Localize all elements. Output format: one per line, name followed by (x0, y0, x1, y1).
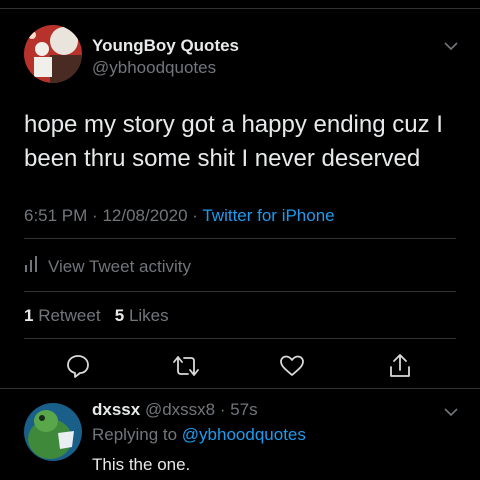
comment-icon[interactable] (60, 348, 96, 384)
reply-author-name[interactable]: dxssx (92, 400, 140, 419)
likes-stat[interactable]: 5 Likes (115, 306, 169, 325)
author-avatar[interactable] (24, 25, 82, 83)
reply-header: dxssx @dxssx8 · 57s (92, 400, 258, 420)
bar-chart-icon (24, 256, 38, 277)
reply-author-handle[interactable]: @dxssx8 (145, 400, 215, 419)
meta-dot: · (92, 206, 103, 225)
replying-prefix: Replying to (92, 425, 178, 444)
action-bar (0, 348, 480, 384)
divider (24, 238, 456, 239)
share-icon[interactable] (382, 348, 418, 384)
retweets-stat[interactable]: 1 Retweet (24, 306, 101, 325)
like-count: 5 (114, 306, 125, 325)
tweet-source-link[interactable]: Twitter for iPhone (202, 206, 334, 225)
tweet-date: 12/08/2020 (102, 206, 188, 225)
tweet-stats: 1 Retweet 5 Likes (24, 306, 169, 326)
reply-author-avatar[interactable] (24, 403, 82, 461)
tweet-text: hope my story got a happy ending cuz I b… (24, 111, 443, 172)
chevron-down-icon[interactable] (444, 404, 458, 422)
like-label: Likes (128, 306, 169, 325)
meta-dot: · (215, 400, 231, 419)
divider (24, 291, 456, 292)
tweet-time: 6:51 PM (24, 206, 88, 225)
tweet-meta: 6:51 PM · 12/08/2020 · Twitter for iPhon… (24, 206, 335, 226)
view-activity-link[interactable]: View Tweet activity (24, 256, 191, 277)
divider (0, 388, 480, 389)
replying-to: Replying to @ybhoodquotes (92, 425, 306, 445)
author-handle[interactable]: @ybhoodquotes (92, 58, 216, 78)
view-activity-label: View Tweet activity (48, 256, 191, 276)
retweet-icon[interactable] (168, 348, 204, 384)
divider (24, 338, 456, 339)
heart-icon[interactable] (274, 348, 310, 384)
retweet-label: Retweet (38, 306, 101, 325)
chevron-down-icon[interactable] (444, 38, 458, 56)
reply-age: 57s (230, 400, 258, 419)
author-name[interactable]: YoungBoy Quotes (92, 36, 239, 56)
reply-text: This the one. (92, 455, 191, 474)
meta-dot: · (192, 206, 203, 225)
top-divider (0, 8, 480, 9)
replying-to-link[interactable]: @ybhoodquotes (182, 425, 306, 444)
retweet-count: 1 (24, 306, 34, 325)
